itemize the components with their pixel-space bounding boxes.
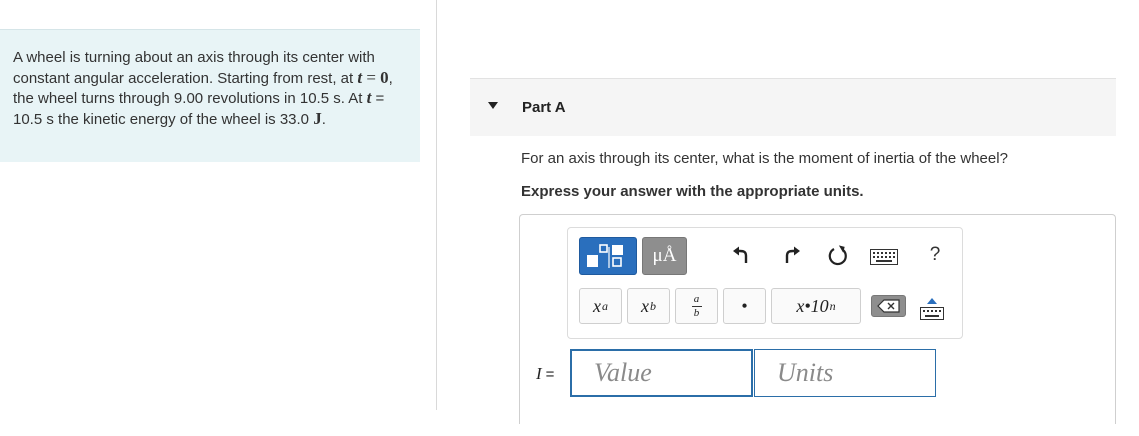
problem-text-segment: . — [321, 110, 326, 128]
answer-variable-label: I = — [536, 364, 554, 384]
show-keyboard-button[interactable] — [915, 295, 949, 323]
superscript-button[interactable]: xa — [579, 288, 622, 324]
math-toolbar: μÅ ? xa xb a b • x•10 n — [567, 227, 963, 339]
fraction-denominator: b — [693, 306, 700, 319]
backspace-icon — [876, 299, 900, 313]
problem-text-segment: J — [313, 108, 322, 128]
part-a-header[interactable]: Part A — [470, 78, 1116, 136]
keyboard-shortcuts-button[interactable] — [869, 247, 899, 267]
reset-button[interactable] — [825, 242, 851, 270]
backspace-button[interactable] — [871, 295, 906, 317]
keyboard-expand-icon — [920, 298, 944, 320]
subscript-base: x — [641, 295, 649, 316]
redo-icon — [785, 246, 800, 263]
fraction-numerator: a — [693, 292, 700, 305]
templates-icon — [587, 244, 623, 268]
undo-icon — [733, 246, 748, 263]
instruction-text: Express your answer with the appropriate… — [521, 183, 864, 200]
scientific-notation-base: x•10 — [796, 295, 829, 316]
scientific-notation-exponent: n — [829, 298, 836, 313]
subscript-index: b — [650, 298, 656, 313]
subscript-button[interactable]: xb — [627, 288, 670, 324]
problem-text-segment: = — [362, 67, 381, 87]
fraction-icon: a b — [691, 292, 702, 319]
collapse-caret-icon[interactable] — [488, 102, 498, 109]
units-button[interactable]: μÅ — [642, 237, 687, 275]
units-input[interactable] — [754, 349, 936, 397]
value-input[interactable] — [570, 349, 753, 397]
answer-variable: I — [536, 364, 542, 383]
templates-button[interactable] — [579, 237, 637, 275]
question-text: For an axis through its center, what is … — [521, 150, 1008, 167]
redo-button[interactable] — [779, 243, 803, 269]
undo-button[interactable] — [730, 243, 754, 269]
help-button[interactable]: ? — [924, 241, 946, 269]
problem-statement: A wheel is turning about an axis through… — [0, 29, 420, 162]
reset-icon — [828, 245, 847, 266]
problem-text-segment: 0 — [380, 67, 389, 87]
multiply-dot-button[interactable]: • — [723, 288, 766, 324]
superscript-exponent: a — [602, 298, 608, 313]
answer-equals: = — [545, 366, 555, 383]
part-title: Part A — [522, 99, 566, 116]
column-divider — [436, 0, 437, 410]
keyboard-icon — [870, 249, 898, 265]
problem-text-segment: A wheel is turning about an axis through… — [13, 49, 375, 87]
superscript-base: x — [593, 295, 601, 316]
fraction-button[interactable]: a b — [675, 288, 718, 324]
scientific-notation-button[interactable]: x•10 n — [771, 288, 861, 324]
